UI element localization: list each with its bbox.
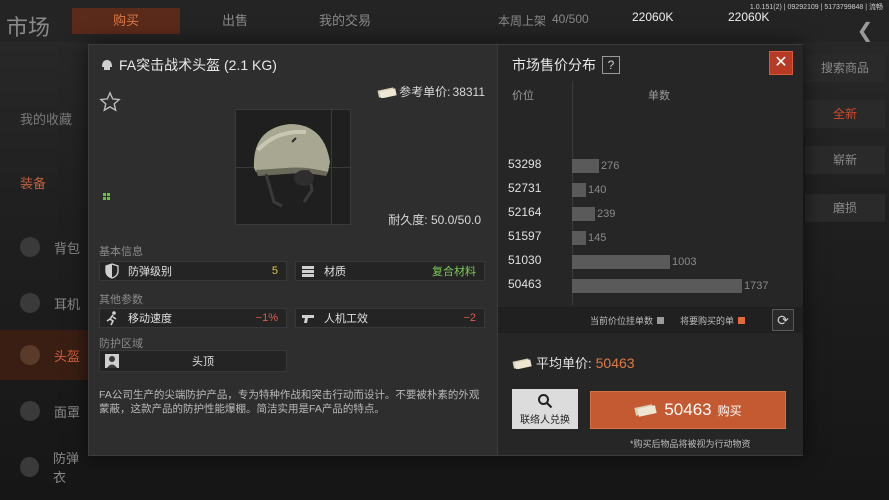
durability: 耐久度: 50.0/50.0 — [388, 213, 481, 227]
average-price: 平均单价: 50463 — [512, 353, 635, 372]
price-level-label: 50463 — [508, 277, 542, 291]
help-button[interactable]: ? — [602, 56, 620, 74]
attr-ergonomics: 人机工效 −2 — [295, 308, 485, 328]
weekly-listing-count: 40/500 — [552, 12, 589, 26]
other-params-label: 其他参数 — [99, 294, 143, 306]
price-level-label: 52731 — [508, 181, 542, 195]
search-goods-button[interactable]: 搜索商品 — [805, 54, 885, 82]
chart-legend: 当前价位挂单数 将要购买的单 — [498, 307, 803, 333]
attr-material: 材质 复合材料 — [295, 261, 485, 281]
material-icon — [302, 266, 314, 277]
order-count-label: 1737 — [744, 280, 769, 292]
contact-exchange-button[interactable]: 联络人兑换 — [512, 389, 578, 429]
legend-buy-swatch — [738, 316, 746, 324]
tab-sell[interactable]: 出售 — [185, 8, 285, 34]
bg-sidebar: 我的收藏 装备 — [0, 100, 90, 204]
cash-icon — [634, 404, 657, 417]
order-count-label: 140 — [588, 184, 607, 196]
market-title: 市场售价分布 ? — [512, 55, 620, 75]
filter-new-button[interactable]: 全新 — [805, 100, 885, 128]
category-backpack[interactable]: 背包 — [0, 222, 90, 272]
favorite-star-icon[interactable] — [99, 91, 121, 113]
pistol-icon — [302, 315, 314, 323]
helmet-icon — [102, 60, 112, 70]
back-arrow-icon[interactable]: ❮ — [845, 18, 885, 42]
headset-icon — [20, 293, 40, 313]
buy-button[interactable]: 50463 购买 — [590, 391, 786, 429]
market-panel: 市场售价分布 ? ✕ 价位 单数 53298 276 52731 140 52164 23… — [497, 45, 803, 455]
close-button[interactable]: ✕ — [769, 51, 793, 75]
col-header-qty: 单数 — [648, 90, 670, 102]
tab-buy[interactable]: 购买 — [72, 8, 180, 34]
category-helmet[interactable]: 头盔 — [0, 330, 90, 380]
sidebar-item-favorites[interactable]: 我的收藏 — [0, 100, 90, 140]
price-level-label: 51597 — [508, 229, 542, 243]
refresh-icon[interactable]: ⟳ — [772, 309, 794, 331]
shield-icon — [105, 263, 119, 279]
filter-like-new-button[interactable]: 崭新 — [805, 146, 885, 174]
attr-protect-area: 头顶 — [99, 350, 287, 372]
order-count-label: 145 — [588, 232, 607, 244]
category-mask[interactable]: 面罩 — [0, 386, 90, 436]
helmet-image — [253, 124, 330, 208]
legend-current-swatch — [657, 316, 665, 324]
order-count-label: 276 — [601, 160, 620, 172]
running-icon — [106, 311, 117, 326]
item-info-panel: FA突击战术头盔 (2.1 KG) 参考单价: 38311 耐久度: 50.0/… — [89, 45, 495, 455]
search-icon — [538, 394, 553, 409]
category-headset[interactable]: 耳机 — [0, 278, 90, 328]
backpack-icon — [20, 237, 40, 257]
category-armor[interactable]: 防弹衣 — [0, 442, 90, 492]
order-count-label: 239 — [597, 208, 616, 220]
page-title: 市场 — [6, 15, 51, 40]
price-level-label: 52164 — [508, 205, 542, 219]
filter-worn-button[interactable]: 磨损 — [805, 194, 885, 222]
price-level-label: 53298 — [508, 157, 542, 171]
version-text: 1.0.151(2) | 09292109 | 5173799848 | 流畅 — [749, 4, 883, 11]
order-count-bar — [572, 255, 670, 269]
mask-icon — [20, 401, 40, 421]
item-image — [235, 109, 351, 225]
purchase-note: *购买后物品将被视为行动物资 — [630, 439, 751, 449]
rarity-icon — [103, 193, 110, 200]
attr-armor-class: 防弹级别 5 — [99, 261, 287, 281]
order-count-bar — [572, 183, 586, 197]
protect-area-label: 防护区域 — [99, 338, 143, 350]
reference-price: 参考单价: 38311 — [377, 83, 485, 100]
attr-move-speed: 移动速度 −1% — [99, 308, 287, 328]
basic-info-label: 基本信息 — [99, 246, 143, 258]
body-silhouette-icon — [105, 354, 119, 368]
helmet-icon — [20, 345, 40, 365]
armor-icon — [20, 457, 39, 477]
money-2: 22060K — [728, 10, 770, 24]
item-description: FA公司生产的尖端防护产品，专为特种作战和突击行动而设计。不要被朴素的外观蒙蔽，… — [99, 389, 480, 415]
order-count-bar — [572, 159, 599, 173]
order-count-label: 1003 — [672, 256, 697, 268]
item-detail-modal: FA突击战术头盔 (2.1 KG) 参考单价: 38311 耐久度: 50.0/… — [88, 44, 803, 456]
order-count-bar — [572, 279, 742, 293]
order-count-bar — [572, 207, 595, 221]
price-level-label: 51030 — [508, 253, 542, 267]
col-header-price: 价位 — [512, 90, 534, 102]
cash-icon — [512, 357, 532, 369]
money-1: 22060K — [632, 10, 674, 24]
weekly-listing-label: 本周上架 — [498, 14, 547, 28]
item-title: FA突击战术头盔 (2.1 KG) — [101, 55, 277, 75]
order-count-bar — [572, 231, 586, 245]
sidebar-item-equipment[interactable]: 装备 — [0, 164, 90, 204]
tab-my-trades[interactable]: 我的交易 — [290, 8, 400, 34]
cash-icon — [377, 86, 397, 98]
